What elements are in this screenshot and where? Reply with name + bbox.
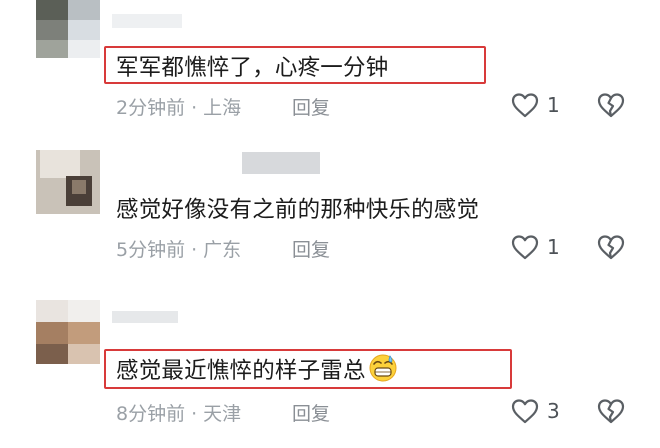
comment-item: 军军都憔悴了，心疼一分钟 2分钟前 · 上海 回复 1 [0, 0, 660, 140]
reply-button[interactable]: 回复 [292, 235, 330, 262]
heart-outline-icon [511, 93, 539, 118]
heart-outline-icon [511, 235, 539, 260]
reply-button[interactable]: 回复 [292, 399, 330, 426]
heart-outline-icon [511, 399, 539, 424]
comment-meta: 2分钟前 · 上海 [116, 93, 241, 120]
comment-location: 天津 [203, 403, 242, 425]
avatar[interactable] [36, 0, 100, 58]
reply-button[interactable]: 回复 [292, 93, 330, 120]
like-count: 1 [547, 93, 560, 117]
like-button[interactable]: 3 [510, 397, 560, 425]
comment-time: 8分钟前 [116, 403, 186, 425]
username-redacted [112, 311, 178, 323]
comment-text: 感觉好像没有之前的那种快乐的感觉 [116, 197, 480, 223]
comment-item: 感觉最近憔悴的样子雷总 8分钟前 · 天津 回复 3 [0, 285, 660, 448]
comment-time: 5分钟前 [116, 239, 186, 261]
like-button[interactable]: 1 [510, 91, 560, 119]
comment-location: 上海 [203, 97, 242, 119]
separator-dot: · [191, 97, 198, 119]
username-redacted [242, 152, 320, 174]
dislike-button[interactable] [596, 91, 626, 123]
like-count: 3 [547, 399, 560, 423]
broken-heart-icon [597, 235, 625, 260]
dislike-button[interactable] [596, 233, 626, 265]
comment-meta: 8分钟前 · 天津 [116, 399, 241, 426]
like-count: 1 [547, 235, 560, 259]
grinning-sweat-emoji-icon [368, 353, 398, 389]
avatar[interactable] [36, 300, 100, 364]
comment-text: 军军都憔悴了，心疼一分钟 [116, 55, 389, 81]
comment-time: 2分钟前 [116, 97, 186, 119]
like-button[interactable]: 1 [510, 233, 560, 261]
broken-heart-icon [597, 93, 625, 118]
comment-item: 感觉好像没有之前的那种快乐的感觉 5分钟前 · 广东 回复 1 [0, 140, 660, 285]
separator-dot: · [191, 403, 198, 425]
broken-heart-icon [597, 399, 625, 424]
comment-text-content: 感觉最近憔悴的样子雷总 [116, 358, 366, 384]
dislike-button[interactable] [596, 397, 626, 429]
comment-meta: 5分钟前 · 广东 [116, 235, 241, 262]
separator-dot: · [191, 239, 198, 261]
comment-location: 广东 [203, 239, 242, 261]
avatar[interactable] [36, 150, 100, 214]
comment-text: 感觉最近憔悴的样子雷总 [116, 353, 398, 389]
username-redacted [112, 14, 182, 28]
